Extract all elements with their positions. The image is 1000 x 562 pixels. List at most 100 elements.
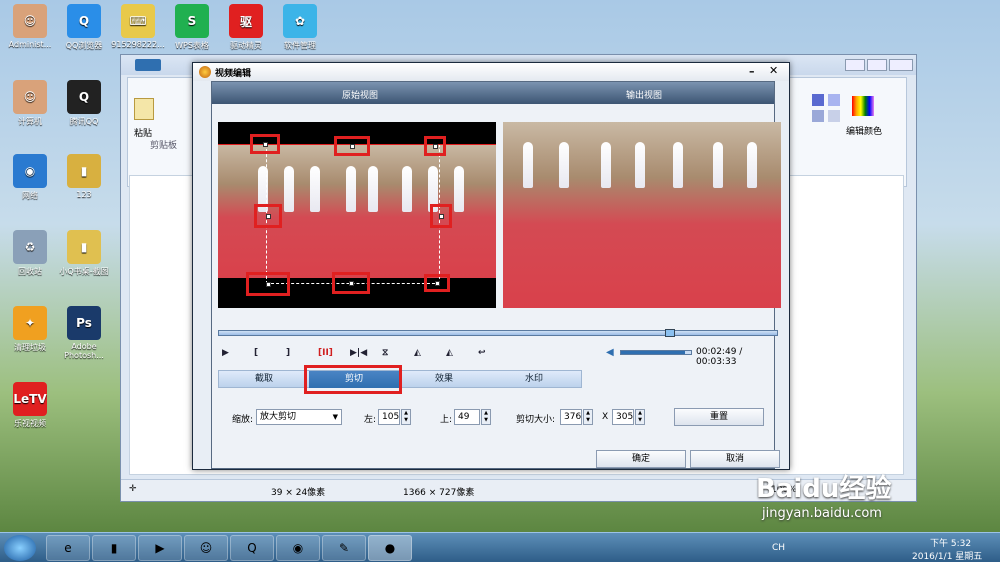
ie-icon[interactable]: e: [46, 535, 90, 561]
desktop-icon-label: 小Q书桌-截图: [59, 267, 109, 276]
player-control-button[interactable]: ]: [286, 348, 290, 358]
color-swatch[interactable]: [828, 110, 840, 122]
selection-size: 39 × 24像素: [271, 488, 326, 498]
close-icon[interactable]: ✕: [769, 64, 778, 77]
desktop-icon[interactable]: Ps Adobe Photosh...: [56, 306, 112, 360]
desktop-icon-label: 乐视视频: [14, 419, 46, 428]
top-input[interactable]: 49: [454, 409, 480, 425]
desktop-icon[interactable]: ▮ 123: [56, 154, 112, 199]
desktop-icon[interactable]: S WPS表格: [164, 4, 220, 51]
app-icon: [199, 66, 211, 78]
color-swatch[interactable]: [812, 110, 824, 122]
volume-slider[interactable]: [620, 350, 692, 355]
app-menu-button[interactable]: [135, 59, 161, 71]
crop-handle-top-left[interactable]: [250, 134, 280, 154]
time-readout: 00:02:49 / 00:03:33: [696, 347, 743, 367]
dancer-figure: [601, 142, 611, 188]
top-spinner[interactable]: ▲ ▼: [481, 409, 491, 425]
crop-height-spinner[interactable]: ▲ ▼: [635, 409, 645, 425]
video-app-icon[interactable]: ◉: [276, 535, 320, 561]
desktop-icon-image: ♻: [13, 230, 47, 264]
crop-handle-left[interactable]: [254, 204, 282, 228]
paste-icon[interactable]: [134, 98, 154, 120]
reset-button[interactable]: 重置: [674, 408, 764, 426]
original-video[interactable]: [218, 122, 496, 308]
crop-width-input[interactable]: 376: [560, 409, 582, 425]
crop-handle-bottom-right[interactable]: [424, 274, 450, 292]
edit-colors-icon[interactable]: [852, 96, 874, 116]
crop-height-input[interactable]: 305: [612, 409, 634, 425]
cancel-button[interactable]: 取消: [690, 450, 780, 468]
crop-handle-bottom[interactable]: [332, 272, 370, 294]
explorer-icon[interactable]: ▮: [92, 535, 136, 561]
tab-2[interactable]: 效果: [399, 371, 489, 388]
player-control-button[interactable]: [II]: [318, 348, 333, 358]
left-input[interactable]: 105: [378, 409, 400, 425]
crop-width-spinner[interactable]: ▲ ▼: [583, 409, 593, 425]
volume-icon[interactable]: ◀: [606, 347, 614, 358]
desktop-icon[interactable]: Q QQ浏览器: [56, 4, 112, 51]
clock-date[interactable]: 2016/1/1 星期五: [912, 549, 982, 562]
media-icon[interactable]: ▶: [138, 535, 182, 561]
seek-bar[interactable]: [218, 329, 778, 337]
minimize-icon[interactable]: –: [749, 65, 755, 78]
desktop-icon[interactable]: Q 腾讯QQ: [56, 80, 112, 127]
zoom-select[interactable]: 放大剪切 ▼: [256, 409, 342, 425]
edit-colors-label[interactable]: 编辑颜色: [846, 124, 882, 137]
volume-level: [621, 351, 686, 354]
desktop-icon-image: ▮: [67, 230, 101, 264]
desktop-icon[interactable]: ◉ 网络: [2, 154, 58, 201]
player-control-button[interactable]: ⧖: [382, 348, 388, 358]
color-swatch[interactable]: [812, 94, 824, 106]
minimize-button[interactable]: [845, 59, 865, 71]
color-swatch[interactable]: [828, 94, 840, 106]
close-button[interactable]: [889, 59, 913, 71]
ok-button[interactable]: 确定: [596, 450, 686, 468]
player-control-button[interactable]: ↩: [478, 348, 486, 358]
desktop-icon-label: 腾讯QQ: [69, 117, 99, 126]
crop-handle-top[interactable]: [334, 136, 370, 156]
start-button[interactable]: [4, 535, 36, 561]
qq-browser-icon[interactable]: Q: [230, 535, 274, 561]
player-control-button[interactable]: ◭: [414, 348, 421, 358]
desktop-icon[interactable]: ☺ 计算机: [2, 80, 58, 127]
language-indicator[interactable]: CH: [772, 543, 785, 553]
crop-rect[interactable]: [266, 144, 440, 284]
desktop-icon[interactable]: ▮ 小Q书桌-截图: [56, 230, 112, 277]
clock-time[interactable]: 下午 5:32: [930, 536, 971, 549]
desktop-icon[interactable]: ⌨ 915298222...: [110, 4, 166, 49]
crop-handle-bottom-left[interactable]: [246, 272, 290, 296]
paint-icon[interactable]: ✎: [322, 535, 366, 561]
active-tab-highlight: [304, 365, 402, 394]
left-spinner[interactable]: ▲ ▼: [401, 409, 411, 425]
player-control-button[interactable]: ◭: [446, 348, 453, 358]
crop-handle-top-right[interactable]: [424, 136, 446, 156]
canvas-size: 1366 × 727像素: [403, 488, 475, 498]
desktop-icon-image: Q: [67, 80, 101, 114]
tab-0[interactable]: 截取: [219, 371, 309, 388]
tab-3[interactable]: 水印: [489, 371, 579, 388]
crop-x-label: X: [602, 412, 609, 422]
crop-handle-right[interactable]: [430, 204, 452, 228]
desktop-icon[interactable]: ☺ Administ...: [2, 4, 58, 49]
desktop-icon-image: ⌨: [121, 4, 155, 38]
desktop-icon[interactable]: ✦ 清理垃圾: [2, 306, 58, 353]
left-label: 左:: [364, 415, 377, 425]
desktop-icon[interactable]: ♻ 回收站: [2, 230, 58, 277]
desktop-icon[interactable]: LeTV 乐视视频: [2, 382, 58, 429]
player-control-button[interactable]: [: [254, 348, 258, 358]
player-control-button[interactable]: ▶: [222, 348, 229, 358]
dancer-figure: [713, 142, 723, 188]
desktop-icon[interactable]: 驱驱动精灵: [218, 4, 274, 51]
desktop-icon-label: 计算机: [18, 117, 42, 126]
maximize-button[interactable]: [867, 59, 887, 71]
dancer-figure: [635, 142, 645, 188]
seek-thumb[interactable]: [664, 329, 675, 337]
dialog-title-bar: 视频编辑 – ✕: [193, 63, 789, 81]
desktop-icon-label: Adobe Photosh...: [64, 342, 104, 360]
desktop-icon[interactable]: ✿ 软件管理: [272, 4, 328, 51]
top-label: 上:: [440, 415, 453, 425]
video-edit-icon[interactable]: ●: [368, 535, 412, 561]
player-control-button[interactable]: ▶|◀: [350, 348, 367, 358]
user-photo-icon[interactable]: ☺: [184, 535, 228, 561]
